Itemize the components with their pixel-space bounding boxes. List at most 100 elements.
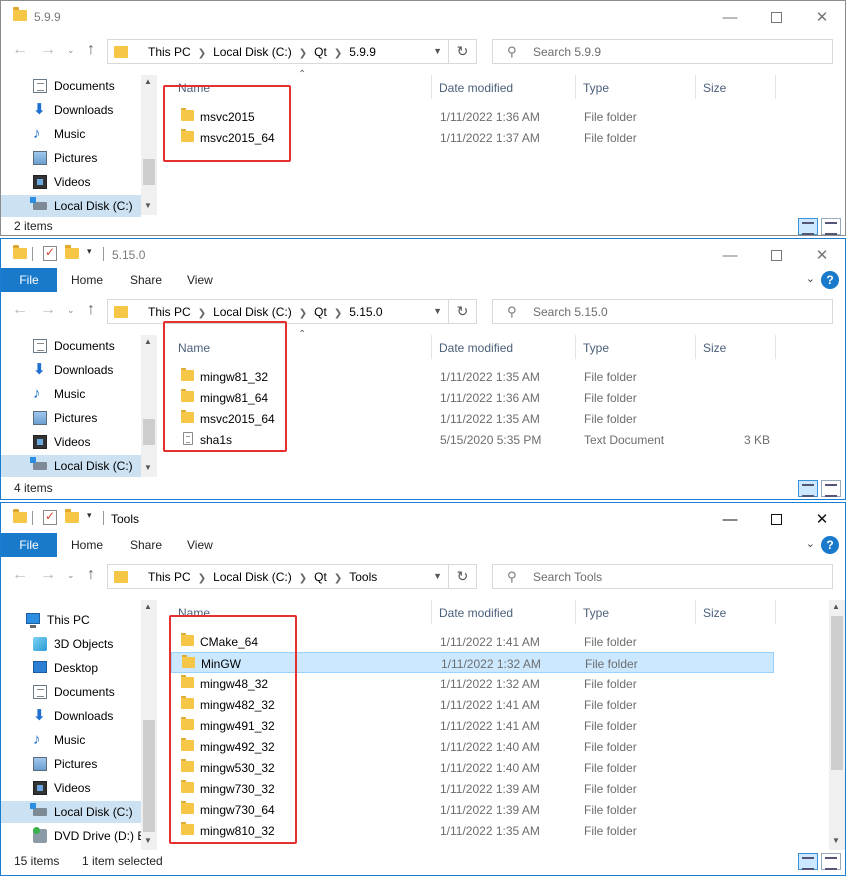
nav-item-desktop[interactable]: Desktop — [1, 657, 141, 679]
scroll-down-icon[interactable]: ▼ — [144, 463, 152, 472]
breadcrumb-current[interactable]: Tools — [349, 570, 377, 584]
back-button[interactable]: ← — [12, 566, 28, 584]
properties-icon[interactable] — [43, 245, 57, 261]
search-input[interactable]: ⚲ Search Tools — [492, 564, 833, 589]
help-button[interactable]: ? — [821, 536, 839, 554]
file-row[interactable]: mingw730_32 1/11/2022 1:39 AM File folder — [171, 778, 774, 799]
recent-locations-dropdown[interactable]: ⌄ — [67, 305, 75, 316]
file-row[interactable]: msvc2015_64 1/11/2022 1:35 AM File folder — [171, 408, 774, 429]
properties-icon[interactable] — [43, 509, 57, 525]
nav-item-downloads[interactable]: ⬇ Downloads — [1, 359, 141, 381]
maximize-button[interactable] — [753, 1, 799, 33]
file-row[interactable]: mingw491_32 1/11/2022 1:41 AM File folder — [171, 715, 774, 736]
nav-item-documents[interactable]: Documents — [1, 75, 141, 97]
column-header-date[interactable]: Date modified — [439, 606, 513, 620]
scrollbar-thumb[interactable] — [143, 159, 155, 185]
chevron-right-icon[interactable]: ❯ — [334, 308, 342, 319]
scrollbar-thumb[interactable] — [143, 720, 155, 832]
refresh-button[interactable]: ↻ — [449, 299, 477, 324]
breadcrumb-qt[interactable]: Qt — [314, 45, 327, 59]
scroll-up-icon[interactable]: ▲ — [832, 602, 840, 611]
back-button[interactable]: ← — [12, 301, 28, 319]
file-row[interactable]: mingw482_32 1/11/2022 1:41 AM File folder — [171, 694, 774, 715]
nav-item-pictures[interactable]: Pictures — [1, 753, 141, 775]
chevron-down-icon[interactable]: ▼ — [433, 571, 442, 581]
refresh-button[interactable]: ↻ — [449, 564, 477, 589]
nav-item-music[interactable]: ♪ Music — [1, 729, 141, 751]
file-row[interactable]: mingw730_64 1/11/2022 1:39 AM File folder — [171, 799, 774, 820]
tab-view[interactable]: View — [187, 268, 213, 292]
breadcrumb-current[interactable]: 5.15.0 — [349, 305, 382, 319]
scroll-up-icon[interactable]: ▲ — [144, 337, 152, 346]
nav-item-music[interactable]: ♪ Music — [1, 123, 141, 145]
large-icons-view-button[interactable] — [821, 218, 841, 235]
column-header-name[interactable]: Name — [178, 81, 210, 95]
column-divider[interactable] — [695, 335, 696, 359]
scroll-down-icon[interactable]: ▼ — [144, 836, 152, 845]
minimize-button[interactable]: — — [707, 503, 753, 535]
file-row[interactable]: CMake_64 1/11/2022 1:41 AM File folder — [171, 631, 774, 652]
breadcrumb-current[interactable]: 5.9.9 — [349, 45, 376, 59]
column-divider[interactable] — [431, 335, 432, 359]
chevron-down-icon[interactable]: ▼ — [433, 46, 442, 56]
new-folder-icon[interactable] — [65, 245, 79, 259]
column-divider[interactable] — [775, 335, 776, 359]
chevron-down-icon[interactable]: ▼ — [433, 306, 442, 316]
column-divider[interactable] — [575, 600, 576, 624]
title-bar[interactable]: 5.9.9 — ✕ — [1, 1, 845, 33]
nav-scrollbar[interactable]: ▲ ▼ — [141, 75, 157, 215]
column-divider[interactable] — [575, 75, 576, 99]
breadcrumb-this-pc[interactable]: This PC — [148, 305, 191, 319]
tab-home[interactable]: Home — [71, 533, 103, 557]
scrollbar-thumb[interactable] — [143, 419, 155, 445]
scrollbar-thumb[interactable] — [831, 616, 843, 770]
column-header-date[interactable]: Date modified — [439, 81, 513, 95]
file-row[interactable]: msvc2015_64 1/11/2022 1:37 AM File folder — [171, 127, 774, 148]
file-row[interactable]: mingw81_32 1/11/2022 1:35 AM File folder — [171, 366, 774, 387]
tab-share[interactable]: Share — [130, 533, 162, 557]
chevron-right-icon[interactable]: ❯ — [334, 573, 342, 584]
up-button[interactable]: ↑ — [87, 566, 95, 584]
file-row[interactable]: mingw492_32 1/11/2022 1:40 AM File folder — [171, 736, 774, 757]
column-header-size[interactable]: Size — [703, 81, 726, 95]
close-button[interactable]: ✕ — [799, 1, 845, 33]
nav-scrollbar[interactable]: ▲ ▼ — [141, 600, 157, 850]
file-row[interactable]: mingw530_32 1/11/2022 1:40 AM File folder — [171, 757, 774, 778]
file-row[interactable]: mingw810_32 1/11/2022 1:35 AM File folder — [171, 820, 774, 841]
column-header-type[interactable]: Type — [583, 81, 609, 95]
chevron-right-icon[interactable]: ❯ — [299, 573, 307, 584]
back-button[interactable]: ← — [12, 41, 28, 59]
nav-item-local-disk[interactable]: Local Disk (C:) — [1, 801, 141, 823]
nav-item-videos[interactable]: Videos — [1, 777, 141, 799]
column-header-name[interactable]: Name — [178, 606, 210, 620]
details-view-button[interactable] — [798, 853, 818, 870]
scroll-up-icon[interactable]: ▲ — [144, 602, 152, 611]
column-header-type[interactable]: Type — [583, 341, 609, 355]
maximize-button[interactable] — [753, 503, 799, 535]
forward-button[interactable]: → — [40, 566, 56, 584]
forward-button[interactable]: → — [40, 41, 56, 59]
nav-item-this-pc[interactable]: This PC — [1, 609, 141, 631]
column-header-size[interactable]: Size — [703, 606, 726, 620]
minimize-button[interactable]: — — [707, 1, 753, 33]
nav-item-documents[interactable]: Documents — [1, 681, 141, 703]
chevron-right-icon[interactable]: ❯ — [334, 48, 342, 59]
tab-share[interactable]: Share — [130, 268, 162, 292]
column-divider[interactable] — [431, 75, 432, 99]
recent-locations-dropdown[interactable]: ⌄ — [67, 45, 75, 56]
breadcrumb-local-disk[interactable]: Local Disk (C:) — [213, 305, 292, 319]
scroll-down-icon[interactable]: ▼ — [832, 836, 840, 845]
breadcrumb-this-pc[interactable]: This PC — [148, 570, 191, 584]
search-input[interactable]: ⚲ Search 5.9.9 — [492, 39, 833, 64]
address-bar[interactable]: This PC ❯ Local Disk (C:) ❯ Qt ❯ 5.15.0 ▼ — [107, 299, 449, 324]
tab-view[interactable]: View — [187, 533, 213, 557]
nav-item-dvd-drive[interactable]: DVD Drive (D:) ES — [1, 825, 141, 847]
file-row[interactable]: sha1s 5/15/2020 5:35 PM Text Document 3 KB — [171, 429, 774, 450]
breadcrumb-this-pc[interactable]: This PC — [148, 45, 191, 59]
file-row[interactable]: mingw48_32 1/11/2022 1:32 AM File folder — [171, 673, 774, 694]
large-icons-view-button[interactable] — [821, 480, 841, 497]
tab-file[interactable]: File — [1, 533, 57, 557]
nav-item-pictures[interactable]: Pictures — [1, 147, 141, 169]
file-list-scrollbar[interactable]: ▲ ▼ — [829, 600, 845, 850]
up-button[interactable]: ↑ — [87, 301, 95, 319]
